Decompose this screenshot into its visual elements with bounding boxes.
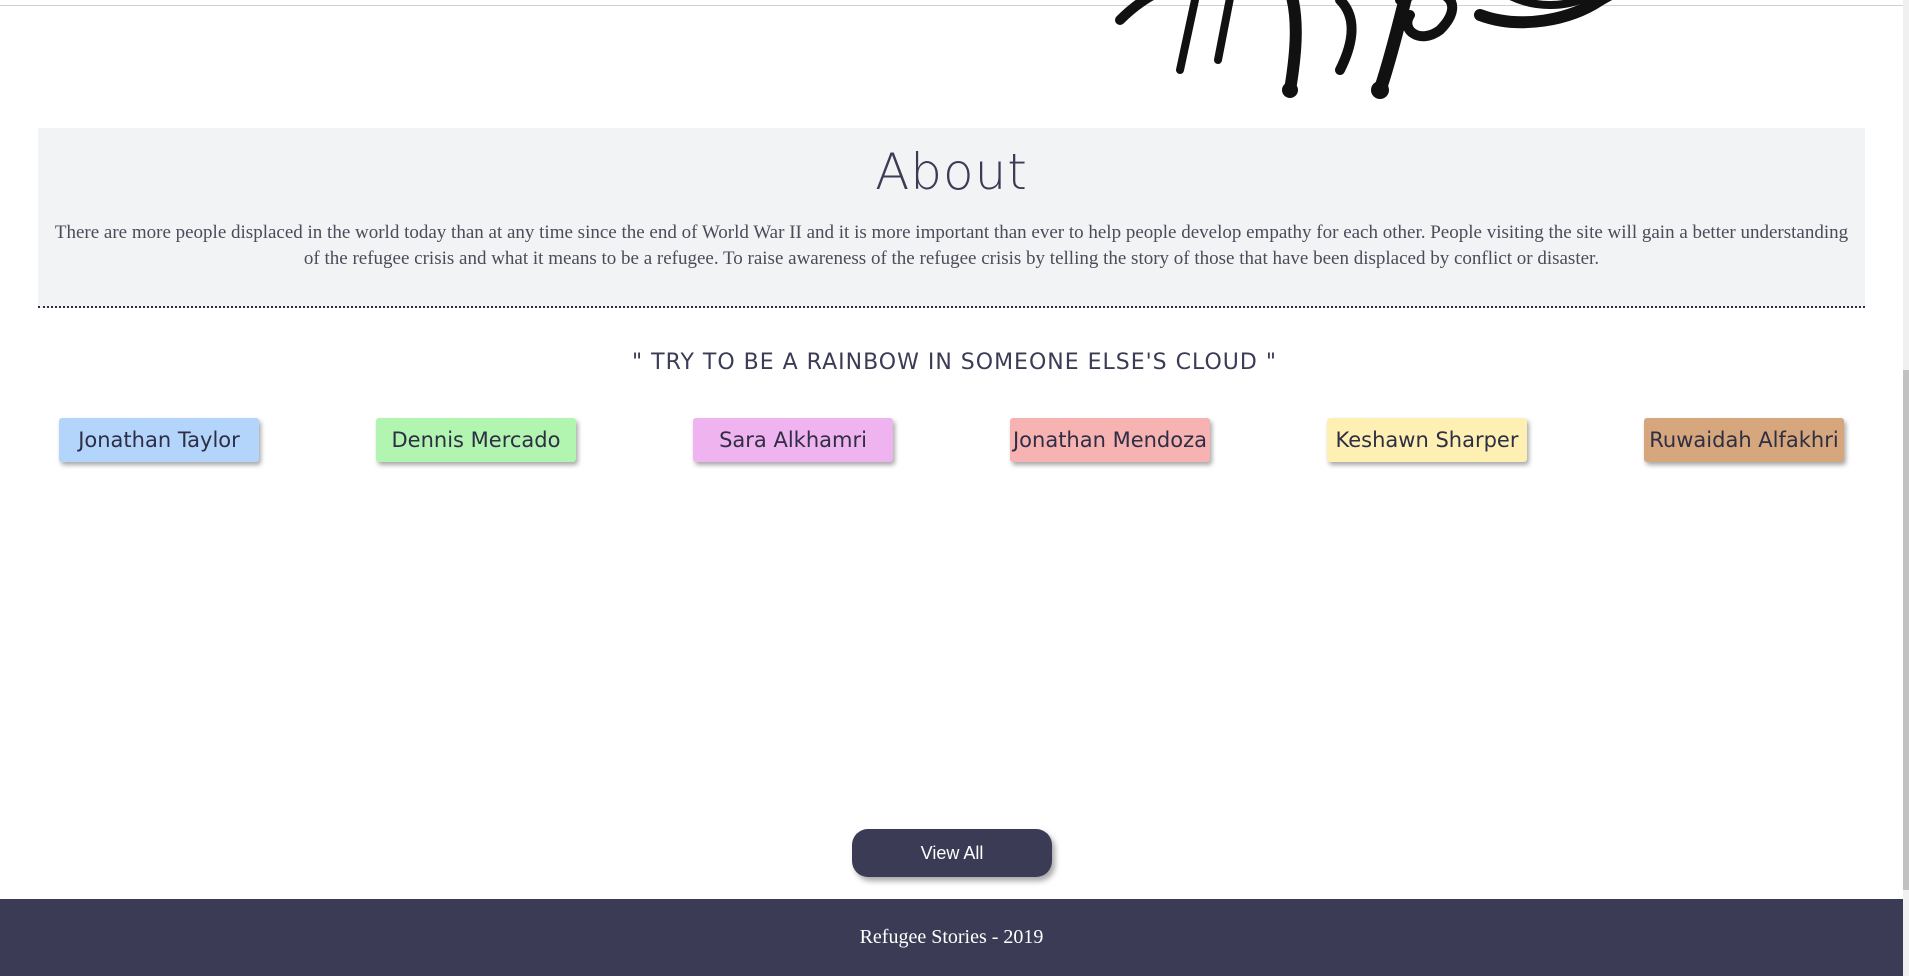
- story-button-keshawn-sharper[interactable]: Keshawn Sharper: [1327, 418, 1527, 462]
- about-body: There are more people displaced in the w…: [54, 222, 1849, 269]
- footer-text: Refugee Stories - 2019: [859, 926, 1044, 948]
- story-names-row: Jonathan Taylor Dennis Mercado Sara Alkh…: [0, 418, 1909, 464]
- about-section: About There are more people displaced in…: [38, 128, 1865, 308]
- story-button-jonathan-taylor[interactable]: Jonathan Taylor: [59, 418, 259, 462]
- view-all-button[interactable]: View All: [852, 829, 1052, 877]
- about-title: About: [875, 143, 1028, 201]
- story-button-dennis-mercado[interactable]: Dennis Mercado: [376, 418, 576, 462]
- scrollbar-thumb[interactable]: [1903, 370, 1909, 890]
- story-button-sara-alkhamri[interactable]: Sara Alkhamri: [693, 418, 893, 462]
- page: About There are more people displaced in…: [0, 0, 1909, 976]
- story-button-jonathan-mendoza[interactable]: Jonathan Mendoza: [1010, 418, 1210, 462]
- footer: Refugee Stories - 2019: [0, 899, 1903, 976]
- scrollbar-track[interactable]: [1903, 0, 1909, 976]
- hope-logo: [1115, 0, 1613, 99]
- quote-text: " TRY TO BE A RAINBOW IN SOMEONE ELSE'S …: [632, 350, 1277, 375]
- story-button-ruwaidah-alfakhri[interactable]: Ruwaidah Alfakhri: [1644, 418, 1844, 462]
